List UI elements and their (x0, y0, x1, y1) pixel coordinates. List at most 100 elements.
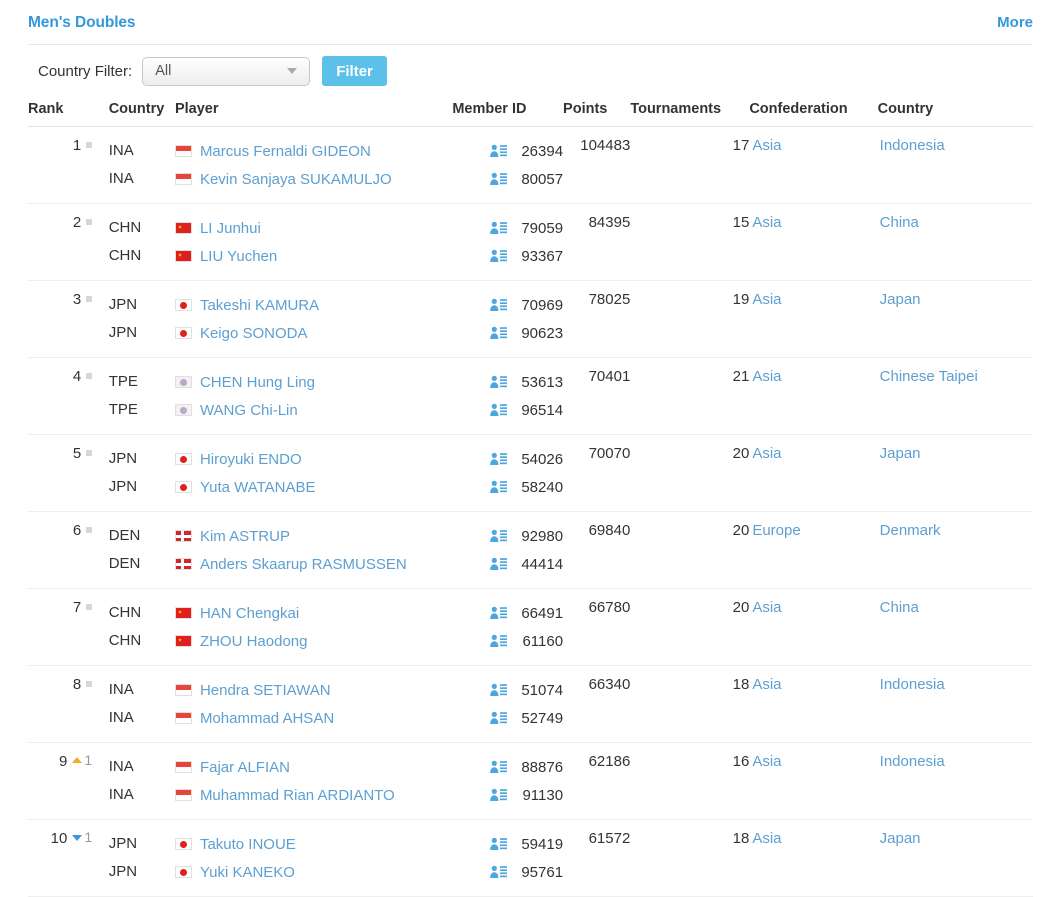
confederation-link[interactable]: Asia (752, 137, 781, 154)
filter-bar: Country Filter: All Filter (28, 45, 1033, 97)
player-entry: Mohammad AHSAN (174, 704, 452, 732)
spacer-cell (92, 358, 109, 435)
column-header-confederation[interactable]: Confederation (749, 97, 878, 127)
player-name-link[interactable]: Marcus Fernaldi GIDEON (200, 143, 371, 160)
confederation-link[interactable]: Asia (752, 753, 781, 770)
player-cell: Hendra SETIAWAN Mohammad AHSAN (174, 666, 452, 743)
column-header-rank[interactable]: Rank (28, 97, 93, 127)
player-name-link[interactable]: Kevin Sanjaya SUKAMULJO (200, 171, 392, 188)
points-cell: 78025 (588, 291, 631, 308)
member-id-value: 96514 (521, 401, 564, 419)
player-name-link[interactable]: HAN Chengkai (200, 605, 299, 622)
contact-card-icon (490, 403, 508, 416)
player-entry: Yuki KANEKO (174, 858, 452, 886)
player-name-link[interactable]: Mohammad AHSAN (200, 710, 334, 727)
player-name-link[interactable]: CHEN Hung Ling (200, 374, 315, 391)
player-name-link[interactable]: Yuki KANEKO (200, 864, 295, 881)
player-name-link[interactable]: LI Junhui (200, 220, 261, 237)
spacer-cell (92, 281, 109, 358)
player-entry: Hendra SETIAWAN (174, 676, 452, 704)
player-name-link[interactable]: Anders Skaarup RASMUSSEN (200, 556, 407, 573)
confederation-link[interactable]: Asia (752, 830, 781, 847)
contact-card-icon (490, 788, 508, 801)
rank-movement-count: 1 (84, 752, 93, 768)
player-cell: LI Junhui LIU Yuchen (174, 204, 452, 281)
player-name-link[interactable]: Hendra SETIAWAN (200, 682, 331, 699)
spacer-cell (92, 820, 109, 897)
column-header-points[interactable]: Points (563, 97, 631, 127)
country-cell: Japan (878, 820, 1033, 897)
player-name-link[interactable]: Keigo SONODA (200, 325, 308, 342)
confederation-link[interactable]: Asia (752, 291, 781, 308)
rank-movement-flat-icon (86, 675, 93, 692)
player-cell: Fajar ALFIAN Muhammad Rian ARDIANTO (174, 743, 452, 820)
column-header-tournaments[interactable]: Tournaments (630, 97, 750, 127)
player-name-link[interactable]: Yuta WATANABE (200, 479, 316, 496)
table-row: 6 DEN DEN Kim ASTRUP Anders Skaarup RASMUSSE… (28, 512, 1033, 589)
confederation-link[interactable]: Asia (752, 445, 781, 462)
player-cell: CHEN Hung Ling WANG Chi-Lin (174, 358, 452, 435)
member-id-value: 44414 (521, 555, 564, 573)
member-id-value: 54026 (521, 450, 564, 468)
rank-number: 3 (72, 291, 82, 308)
confederation-link[interactable]: Asia (752, 676, 781, 693)
member-id-cell: 54026 58240 (452, 435, 563, 512)
member-id-entry: 59419 (452, 830, 563, 858)
country-code-cell: CHN CHN (109, 204, 175, 281)
member-id-entry: 95761 (452, 858, 563, 886)
country-link[interactable]: Japan (880, 830, 921, 847)
country-link[interactable]: Indonesia (880, 753, 945, 770)
country-link[interactable]: Denmark (880, 522, 941, 539)
player-name-link[interactable]: WANG Chi-Lin (200, 402, 298, 419)
column-header-country[interactable]: Country (877, 97, 1033, 127)
country-filter-label: Country Filter: (38, 62, 133, 80)
player-name-link[interactable]: Takuto INOUE (200, 836, 296, 853)
player-name-link[interactable]: Kim ASTRUP (200, 528, 290, 545)
player-name-link[interactable]: Fajar ALFIAN (200, 759, 290, 776)
rank-movement-flat-icon (86, 136, 93, 153)
confederation-link[interactable]: Asia (752, 214, 781, 231)
column-header-member-id[interactable]: Member ID (452, 97, 564, 127)
player-entry: Keigo SONODA (174, 319, 452, 347)
member-id-value: 90623 (521, 324, 564, 342)
player-entry: ZHOU Haodong (174, 627, 452, 655)
player-name-link[interactable]: ZHOU Haodong (200, 633, 308, 650)
country-link[interactable]: Chinese Taipei (880, 368, 978, 385)
flag-icon-jpn (174, 453, 192, 465)
player-name-link[interactable]: LIU Yuchen (200, 248, 277, 265)
country-link[interactable]: Indonesia (880, 676, 945, 693)
more-link[interactable]: More (997, 14, 1033, 31)
player-name-link[interactable]: Hiroyuki ENDO (200, 451, 302, 468)
contact-card-icon (490, 249, 508, 262)
country-link[interactable]: Indonesia (880, 137, 945, 154)
member-id-entry: 96514 (452, 396, 563, 424)
confederation-link[interactable]: Europe (752, 522, 800, 539)
country-link[interactable]: China (880, 599, 919, 616)
column-header-spacer (92, 97, 109, 127)
ranking-page: Men's Doubles More Country Filter: All F… (0, 0, 1061, 897)
flag-icon-jpn (174, 327, 192, 339)
contact-card-icon (490, 683, 508, 696)
points-cell: 61572 (588, 830, 631, 847)
country-link[interactable]: Japan (880, 291, 921, 308)
category-title[interactable]: Men's Doubles (28, 14, 136, 32)
rank-cell: 10 1 (28, 820, 92, 897)
player-name-link[interactable]: Muhammad Rian ARDIANTO (200, 787, 395, 804)
rank-cell: 6 (28, 512, 93, 589)
column-header-player[interactable]: Player (174, 97, 453, 127)
contact-card-icon (490, 480, 508, 493)
confederation-cell: Asia (749, 435, 877, 512)
player-name-link[interactable]: Takeshi KAMURA (200, 297, 319, 314)
filter-button[interactable]: Filter (322, 56, 387, 86)
member-id-value: 95761 (521, 863, 564, 881)
country-filter-select[interactable]: All (142, 56, 311, 86)
country-cell: China (878, 204, 1033, 281)
member-id-value: 93367 (521, 247, 564, 265)
confederation-link[interactable]: Asia (752, 599, 781, 616)
flag-icon-jpn (174, 866, 192, 878)
country-link[interactable]: Japan (880, 445, 921, 462)
member-id-cell: 88876 91130 (452, 743, 563, 820)
column-header-country-code[interactable]: Country (108, 97, 175, 127)
confederation-link[interactable]: Asia (752, 368, 781, 385)
country-link[interactable]: China (880, 214, 919, 231)
